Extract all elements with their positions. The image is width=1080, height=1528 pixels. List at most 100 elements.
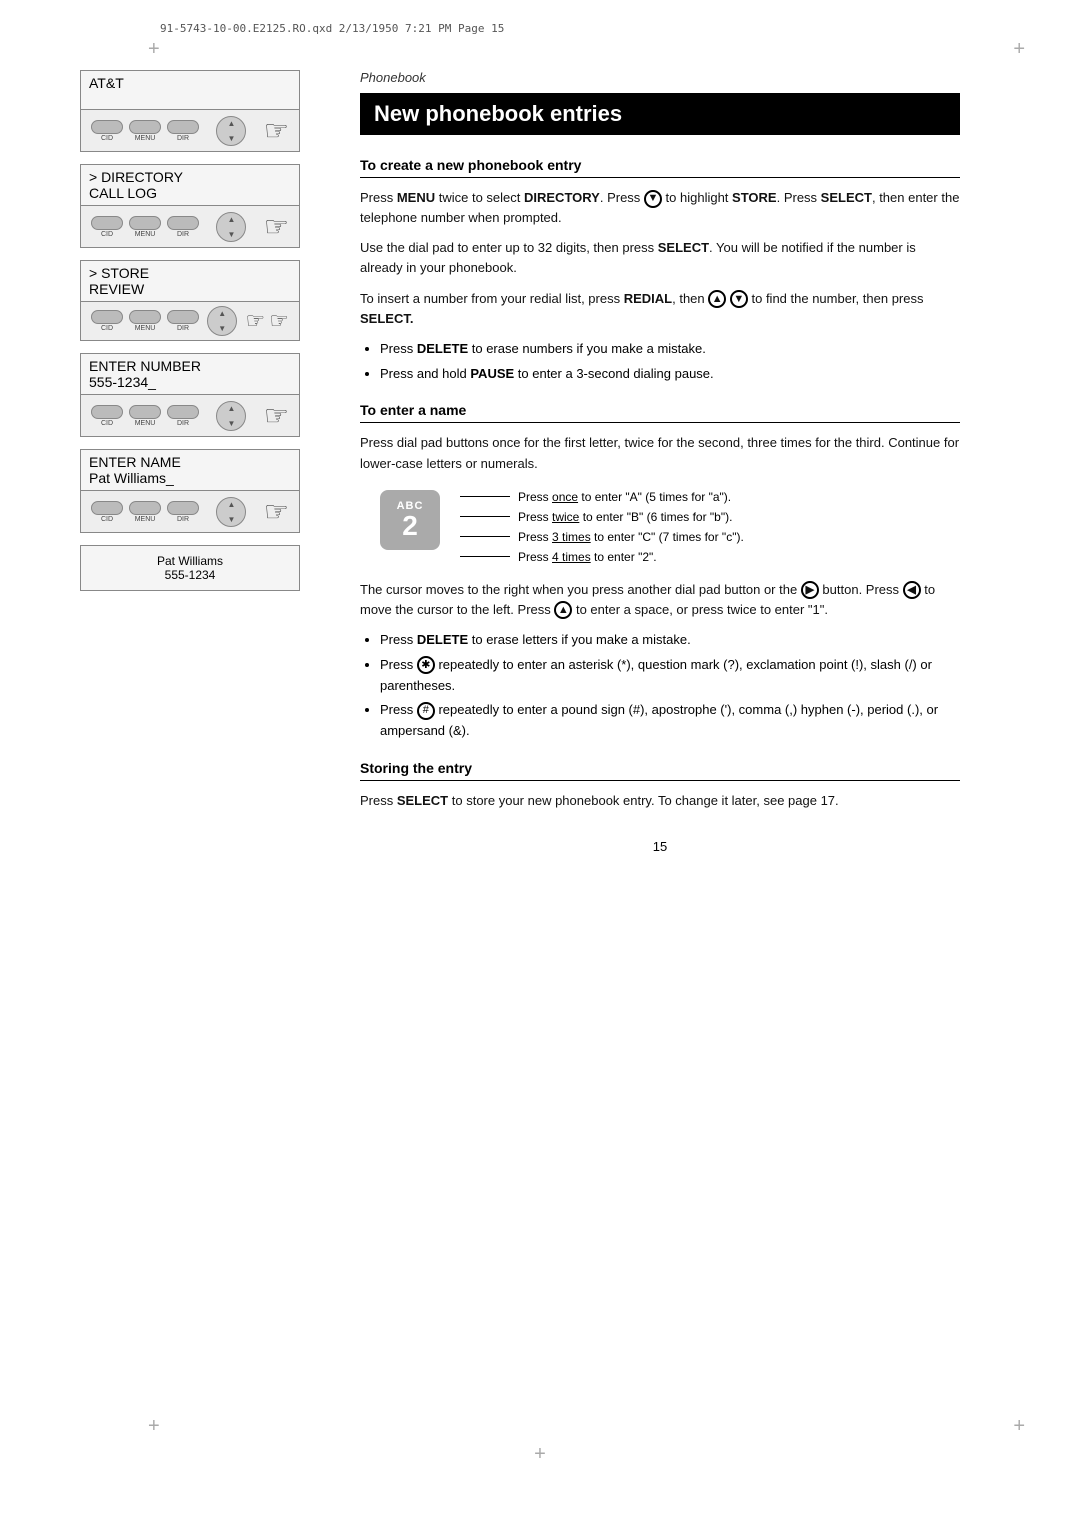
abc-key-button: ABC 2 [380, 490, 440, 550]
phone-display-4: ENTER NUMBER 555-1234_ CID MENU DIR [80, 353, 300, 437]
nav-button-5[interactable] [216, 497, 246, 527]
three-buttons-1: CID MENU DIR [91, 120, 199, 142]
section-heading-store: Storing the entry [360, 760, 960, 781]
screen-value-2: CALL LOG [89, 185, 291, 201]
para-name-1: Press dial pad buttons once for the firs… [360, 433, 960, 473]
crosshair-bottom-right: + [1013, 1415, 1025, 1438]
menu-label-1: MENU [135, 135, 156, 142]
abc-text-4: Press 4 times to enter "2". [518, 550, 657, 564]
down-arrow-icon-1: ▼ [644, 190, 662, 208]
section-heading-create: To create a new phonebook entry [360, 157, 960, 178]
menu-btn-group-5: MENU [129, 501, 161, 523]
dir-btn-group-4: DIR [167, 405, 199, 427]
three-buttons-5: CID MENU DIR [91, 501, 199, 523]
para-store-1: Press SELECT to store your new phonebook… [360, 791, 960, 811]
nav-button-1[interactable] [216, 116, 246, 146]
nav-button-3[interactable] [207, 306, 237, 336]
abc-dash-2 [460, 516, 510, 517]
phone-display-5: ENTER NAME Pat Williams_ CID MENU DIR [80, 449, 300, 533]
dir-label-4: DIR [177, 420, 189, 427]
menu-button-1[interactable] [129, 120, 161, 134]
three-buttons-3: CID MENU DIR [91, 310, 199, 332]
double-hand-3: ☞ ☞ [246, 308, 289, 334]
para-create-1: Press MENU twice to select DIRECTORY. Pr… [360, 188, 960, 228]
star-icon: ✱ [417, 656, 435, 674]
screen-value-4: 555-1234_ [89, 374, 291, 390]
abc-line-2: Press twice to enter "B" (6 times for "b… [460, 510, 744, 524]
screen-value-3: REVIEW [89, 281, 291, 297]
final-line2: 555-1234 [91, 568, 289, 582]
abc-lines-container: Press once to enter "A" (5 times for "a"… [460, 490, 744, 564]
abc-dash-1 [460, 496, 510, 497]
phone-screen-5: ENTER NAME Pat Williams_ [80, 449, 300, 491]
btn-row-4: CID MENU DIR ☞ [80, 395, 300, 437]
abc-line-3: Press 3 times to enter "C" (7 times for … [460, 530, 744, 544]
phone-screen-4: ENTER NUMBER 555-1234_ [80, 353, 300, 395]
cid-label-4: CID [101, 420, 113, 427]
down-arrow-icon-2: ▼ [730, 290, 748, 308]
bullet-name-3: Press # repeatedly to enter a pound sign… [380, 700, 960, 742]
abc-line-4: Press 4 times to enter "2". [460, 550, 744, 564]
right-content-column: Phonebook New phonebook entries To creat… [360, 70, 1020, 864]
up-arrow-icon-2: ▲ [554, 601, 572, 619]
dir-button-2[interactable] [167, 216, 199, 230]
bullets-name: Press DELETE to erase letters if you mak… [380, 630, 960, 742]
cid-button-2[interactable] [91, 216, 123, 230]
bullet-create-1: Press DELETE to erase numbers if you mak… [380, 339, 960, 360]
screen-label-5: ENTER NAME [89, 454, 291, 470]
dir-label-1: DIR [177, 135, 189, 142]
dir-label-2: DIR [177, 231, 189, 238]
cid-label-3: CID [101, 325, 113, 332]
menu-button-2[interactable] [129, 216, 161, 230]
menu-button-5[interactable] [129, 501, 161, 515]
dir-btn-group-1: DIR [167, 120, 199, 142]
phone-screen-2: > DIRECTORY CALL LOG [80, 164, 300, 206]
dir-button-4[interactable] [167, 405, 199, 419]
cid-button-4[interactable] [91, 405, 123, 419]
hand-3b: ☞ [269, 308, 289, 334]
section-title: Phonebook [360, 70, 960, 85]
final-line1: Pat Williams [91, 554, 289, 568]
menu-btn-group-4: MENU [129, 405, 161, 427]
cid-button-3[interactable] [91, 310, 123, 324]
dir-button-5[interactable] [167, 501, 199, 515]
nav-button-4[interactable] [216, 401, 246, 431]
abc-text-2: Press twice to enter "B" (6 times for "b… [518, 510, 732, 524]
abc-line-1: Press once to enter "A" (5 times for "a"… [460, 490, 744, 504]
dir-button-1[interactable] [167, 120, 199, 134]
section-create: To create a new phonebook entry Press ME… [360, 157, 960, 384]
meta-info: 91-5743-10-00.E2125.RO.qxd 2/13/1950 7:2… [160, 22, 504, 35]
screen-label-3: > STORE [89, 265, 291, 281]
hand-pointer-1: ☞ [264, 114, 289, 147]
cid-button-5[interactable] [91, 501, 123, 515]
abc-dash-4 [460, 556, 510, 557]
nav-button-2[interactable] [216, 212, 246, 242]
screen-label-2: > DIRECTORY [89, 169, 291, 185]
menu-button-4[interactable] [129, 405, 161, 419]
btn-row-3: CID MENU DIR ☞ ☞ [80, 302, 300, 341]
dir-button-3[interactable] [167, 310, 199, 324]
section-name: To enter a name Press dial pad buttons o… [360, 402, 960, 742]
cid-label-2: CID [101, 231, 113, 238]
menu-button-3[interactable] [129, 310, 161, 324]
cid-btn-group-4: CID [91, 405, 123, 427]
dir-label-3: DIR [177, 325, 189, 332]
abc-number: 2 [402, 512, 418, 540]
bullet-create-2: Press and hold PAUSE to enter a 3-second… [380, 364, 960, 385]
menu-label-2: MENU [135, 231, 156, 238]
menu-btn-group-3: MENU [129, 310, 161, 332]
menu-btn-group-2: MENU [129, 216, 161, 238]
cid-btn-group-1: CID [91, 120, 123, 142]
bullet-name-1: Press DELETE to erase letters if you mak… [380, 630, 960, 651]
abc-dash-3 [460, 536, 510, 537]
para-name-2: The cursor moves to the right when you p… [360, 580, 960, 620]
crosshair-top-right: + [1013, 38, 1025, 61]
right-arrow-icon: ▶ [801, 581, 819, 599]
screen-label-4: ENTER NUMBER [89, 358, 291, 374]
page-container: + + + + 91-5743-10-00.E2125.RO.qxd 2/13/… [0, 0, 1080, 1528]
menu-label-3: MENU [135, 325, 156, 332]
hand-pointer-4: ☞ [264, 399, 289, 432]
cid-btn-group-3: CID [91, 310, 123, 332]
left-arrow-icon: ◀ [903, 581, 921, 599]
cid-button-1[interactable] [91, 120, 123, 134]
